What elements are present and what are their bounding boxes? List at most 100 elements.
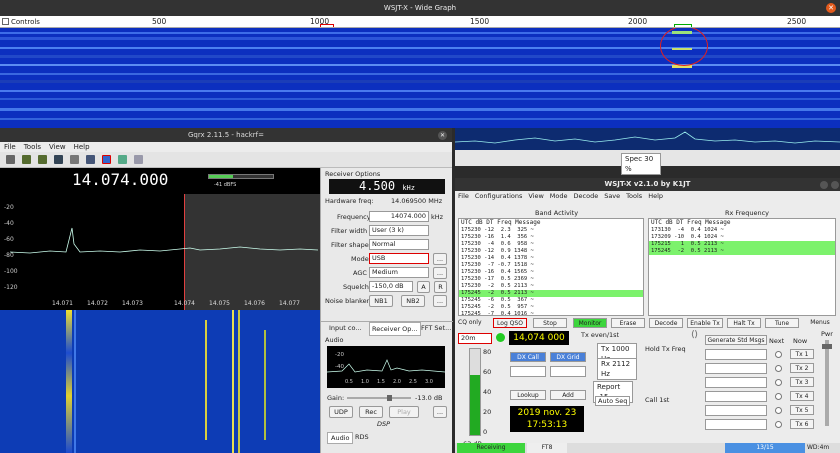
tx-even-checkbox[interactable]: Tx even/1st: [581, 331, 619, 339]
tx1-button[interactable]: Tx 1: [790, 349, 814, 359]
menu-help[interactable]: Help: [648, 192, 663, 200]
tx3-button[interactable]: Tx 3: [790, 377, 814, 387]
decode-row[interactable]: 175230 -12 2.3 325 ~: [459, 227, 643, 234]
nb1-button[interactable]: NB1: [369, 295, 393, 307]
tab-audio[interactable]: Audio: [327, 432, 354, 444]
gqrx-waterfall[interactable]: [0, 310, 320, 453]
tx2-button[interactable]: Tx 2: [790, 363, 814, 373]
mode-select[interactable]: USB: [369, 253, 429, 264]
decode-row[interactable]: 175230 -17 0.5 2369 ~: [459, 276, 643, 283]
udp-button[interactable]: UDP: [329, 406, 353, 418]
gqrx-spectrum-plot[interactable]: 14.074.000 -41 dBFS -20 -40 -60 -80 -100…: [0, 168, 320, 310]
menu-help[interactable]: Help: [74, 143, 90, 151]
power-icon[interactable]: [6, 155, 15, 164]
rx-frequency-spinbox[interactable]: Rx 2112 Hz: [597, 358, 637, 380]
decode-row[interactable]: 175245 -2 0.5 2113 ~: [459, 290, 643, 297]
menu-save[interactable]: Save: [604, 192, 620, 200]
nb2-button[interactable]: NB2: [401, 295, 425, 307]
hold-tx-checkbox[interactable]: Hold Tx Freq: [645, 345, 686, 353]
tx-message-input[interactable]: [705, 391, 767, 402]
dx-call-button[interactable]: DX Call: [510, 352, 546, 362]
cq-only-checkbox[interactable]: CQ only: [458, 318, 488, 328]
rx-frequency-list[interactable]: UTC dB DT Freq Message 173130 -4 0.4 102…: [648, 218, 836, 316]
close-icon[interactable]: ✕: [826, 3, 836, 13]
enable-tx-button[interactable]: Enable Tx: [687, 318, 723, 328]
tune-button[interactable]: Tune: [765, 318, 799, 328]
dx-grid-input[interactable]: [550, 366, 586, 377]
squelch-input[interactable]: -150,0 dB: [369, 281, 413, 292]
agc-options-button[interactable]: ...: [433, 267, 447, 279]
open-icon[interactable]: [38, 155, 47, 164]
menu-tools[interactable]: Tools: [24, 143, 41, 151]
folder-icon[interactable]: [22, 155, 31, 164]
menu-decode[interactable]: Decode: [574, 192, 599, 200]
add-button[interactable]: Add: [550, 390, 586, 400]
tab-switch-icon[interactable]: ⟨⟩: [691, 330, 701, 374]
dx-call-input[interactable]: [510, 366, 546, 377]
next-radio[interactable]: [775, 421, 782, 428]
mode-options-button[interactable]: ...: [433, 253, 447, 265]
decode-row[interactable]: 173209 -10 0.4 1024 ~: [649, 234, 835, 241]
tx6-button[interactable]: Tx 6: [790, 419, 814, 429]
settings-icon[interactable]: [118, 155, 127, 164]
decode-row[interactable]: 175230 -16 1.4 356 ~: [459, 234, 643, 241]
controls-checkbox[interactable]: Controls: [2, 16, 40, 28]
decode-row[interactable]: 175245 -7 0.4 1016 ~: [459, 311, 643, 315]
tx5-button[interactable]: Tx 5: [790, 405, 814, 415]
tx-message-input[interactable]: [705, 363, 767, 374]
menu-view[interactable]: View: [49, 143, 66, 151]
decode-row[interactable]: 175230 -4 0.6 958 ~: [459, 241, 643, 248]
stop-button[interactable]: Stop: [533, 318, 567, 328]
band-select[interactable]: 20m: [458, 333, 492, 344]
filter-shape-select[interactable]: Normal: [369, 239, 429, 250]
decode-row[interactable]: 173130 -4 0.4 1024 ~: [649, 227, 835, 234]
menu-file[interactable]: File: [458, 192, 469, 200]
dx-grid-button[interactable]: DX Grid: [550, 352, 586, 362]
call-1st-checkbox[interactable]: Call 1st: [645, 396, 669, 404]
decode-row[interactable]: 175230 -2 0.5 2113 ~: [459, 283, 643, 290]
device-icon[interactable]: [86, 155, 95, 164]
tab-fft-settings[interactable]: FFT Set...: [421, 324, 451, 332]
move-icon[interactable]: [134, 155, 143, 164]
power-slider[interactable]: [822, 340, 832, 426]
menu-file[interactable]: File: [4, 143, 16, 151]
menu-tools[interactable]: Tools: [626, 192, 642, 200]
squelch-reset-button[interactable]: R: [434, 281, 447, 293]
band-activity-list[interactable]: UTC dB DT Freq Message 175230 -12 2.3 32…: [458, 218, 644, 316]
tx-message-input[interactable]: [705, 405, 767, 416]
menu-mode[interactable]: Mode: [550, 192, 568, 200]
auto-seq-checkbox[interactable]: Auto Seq: [595, 396, 631, 406]
next-radio[interactable]: [775, 351, 782, 358]
tx-message-input[interactable]: [705, 349, 767, 360]
play-button[interactable]: Play: [389, 406, 419, 418]
squelch-auto-button[interactable]: A: [417, 281, 430, 293]
agc-select[interactable]: Medium: [369, 267, 429, 278]
next-radio[interactable]: [775, 407, 782, 414]
close-icon[interactable]: ✕: [438, 131, 447, 140]
screenshot-icon[interactable]: [70, 155, 79, 164]
erase-button[interactable]: Erase: [611, 318, 645, 328]
decode-row[interactable]: 175245 -2 0.5 957 ~: [459, 304, 643, 311]
rec-button[interactable]: Rec: [359, 406, 383, 418]
minimize-icon[interactable]: [820, 181, 828, 189]
nb-options-button[interactable]: ...: [433, 295, 447, 307]
decode-row[interactable]: 175230 -14 0.4 1378 ~: [459, 255, 643, 262]
generate-std-msgs-button[interactable]: Generate Std Msgs: [705, 335, 767, 345]
next-radio[interactable]: [775, 365, 782, 372]
tab-rds[interactable]: RDS: [355, 433, 369, 441]
decode-row[interactable]: 175230 -12 0.9 1348 ~: [459, 248, 643, 255]
lookup-button[interactable]: Lookup: [510, 390, 546, 400]
next-radio[interactable]: [775, 393, 782, 400]
frequency-input[interactable]: 14074.000: [369, 211, 429, 222]
log-qso-button[interactable]: Log QSO: [493, 318, 527, 328]
decode-row[interactable]: 175245 -6 0.5 367 ~: [459, 297, 643, 304]
tx4-button[interactable]: Tx 4: [790, 391, 814, 401]
monitor-button[interactable]: Monitor: [573, 318, 607, 328]
filter-width-select[interactable]: User (3 k): [369, 225, 429, 236]
next-radio[interactable]: [775, 379, 782, 386]
close-icon[interactable]: [831, 181, 839, 189]
audio-options-button[interactable]: ...: [433, 406, 447, 418]
tab-input-controls[interactable]: Input co...: [329, 324, 362, 332]
tx-message-input[interactable]: [705, 377, 767, 388]
decode-row[interactable]: 175245 -2 0.5 2113 ~: [649, 248, 835, 255]
